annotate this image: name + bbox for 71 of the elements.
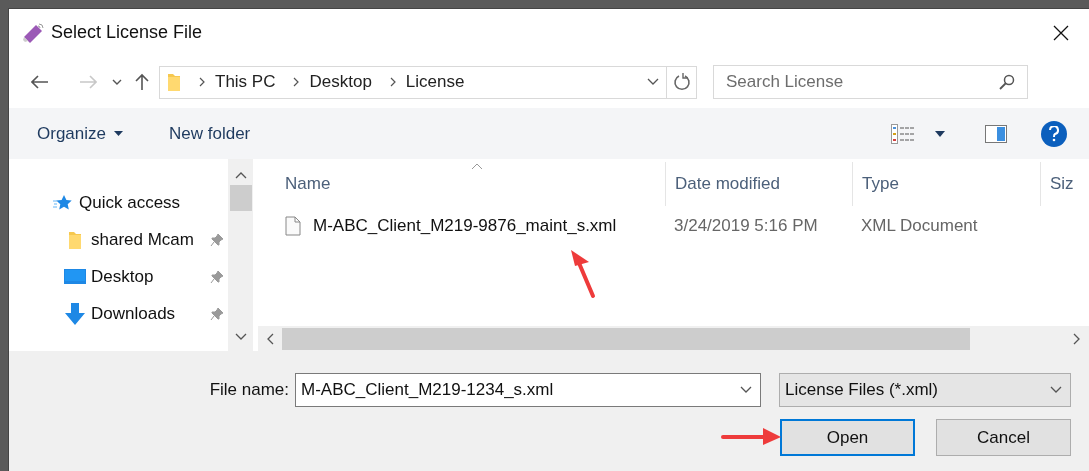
scroll-down-icon	[234, 333, 247, 341]
address-bar[interactable]: This PC Desktop License	[159, 65, 697, 99]
file-type-value: License Files (*.xml)	[785, 379, 940, 402]
search-field[interactable]: Search License	[713, 65, 1028, 99]
sort-caret-icon	[471, 163, 483, 170]
date-cell-text: 3/24/2019 5:16 PM	[673, 215, 819, 238]
dialog-button[interactable]: Open	[780, 419, 915, 456]
sidebar-label: Quick access	[79, 192, 181, 215]
chevron-down-icon	[112, 79, 122, 85]
file-name-field[interactable]: M-ABC_Client_M219-1234_s.xml	[295, 373, 761, 407]
up-arrow-icon	[135, 73, 149, 91]
annotation-arrow	[721, 426, 783, 446]
pin-icon	[210, 307, 224, 321]
pin-icon	[210, 270, 224, 284]
column-header[interactable]: Siz	[1040, 162, 1080, 206]
sidebar-item[interactable]: Desktop	[9, 263, 228, 291]
scroll-up-icon	[234, 171, 247, 179]
column-header[interactable]: Date modified	[665, 162, 852, 206]
breadcrumb-item[interactable]: Desktop	[309, 69, 372, 95]
usb-stick-icon	[21, 22, 45, 43]
breadcrumb-item[interactable]: License	[405, 69, 465, 95]
sidebar-label: Downloads	[91, 303, 176, 326]
sidebar-item[interactable]: shared Mcam	[9, 226, 228, 254]
preview-pane-button[interactable]	[985, 124, 1007, 143]
file-icon	[285, 216, 301, 236]
down-arrow-icon	[65, 303, 85, 325]
window-title: Select License File	[51, 21, 203, 44]
column-header[interactable]: Name	[258, 162, 665, 206]
sidebar-label: Desktop	[91, 266, 154, 289]
search-input[interactable]: Search License	[726, 69, 999, 95]
file-name-label: File name:	[209, 379, 289, 402]
sidebar-item[interactable]: Quick access	[9, 189, 228, 217]
file-type-dropdown[interactable]: License Files (*.xml)	[779, 373, 1071, 407]
scroll-left-icon	[266, 332, 274, 345]
horizontal-scrollbar[interactable]	[258, 326, 1089, 351]
chevron-down-icon	[1050, 386, 1062, 394]
question-mark-icon	[1049, 125, 1059, 142]
pin-icon	[210, 233, 224, 247]
folder-icon	[167, 72, 181, 92]
scrollbar-thumb[interactable]	[229, 185, 252, 211]
caret-icon	[114, 131, 123, 136]
breadcrumb-item[interactable]: This PC	[215, 69, 276, 95]
caret-icon	[935, 130, 945, 137]
sidebar-item[interactable]: Downloads	[9, 300, 228, 328]
refresh-icon	[672, 73, 691, 91]
file-name-cell[interactable]: M-ABC_Client_M219-9876_maint_s.xml	[313, 213, 617, 239]
view-options-button[interactable]	[891, 123, 945, 144]
column-header[interactable]: Type	[852, 162, 1040, 206]
chevron-right-icon	[389, 77, 396, 87]
help-button[interactable]	[1041, 120, 1067, 147]
search-icon	[999, 74, 1015, 90]
folder-icon	[68, 230, 82, 250]
scrollbar-thumb[interactable]	[282, 327, 970, 350]
chevron-right-icon	[199, 77, 205, 87]
sidebar-label: shared Mcam	[91, 229, 194, 252]
scroll-right-icon	[1073, 332, 1081, 345]
monitor-icon	[64, 269, 86, 285]
chevron-down-icon	[740, 386, 752, 394]
details-view-icon	[891, 123, 915, 144]
chevron-down-icon	[647, 78, 659, 86]
preview-pane-icon	[985, 124, 1007, 143]
star-icon	[53, 194, 73, 212]
right-arrow-icon	[79, 75, 97, 89]
new-folder-button[interactable]: New folder	[169, 120, 251, 147]
organize-button[interactable]: Organize	[37, 120, 123, 147]
chevron-right-icon	[293, 77, 300, 87]
left-arrow-icon	[31, 75, 49, 89]
dialog-button[interactable]: Cancel	[936, 419, 1071, 456]
type-cell-text: XML Document	[860, 215, 979, 238]
file-name-input[interactable]: M-ABC_Client_M219-1234_s.xml	[301, 377, 740, 403]
vertical-scrollbar[interactable]	[228, 159, 253, 351]
